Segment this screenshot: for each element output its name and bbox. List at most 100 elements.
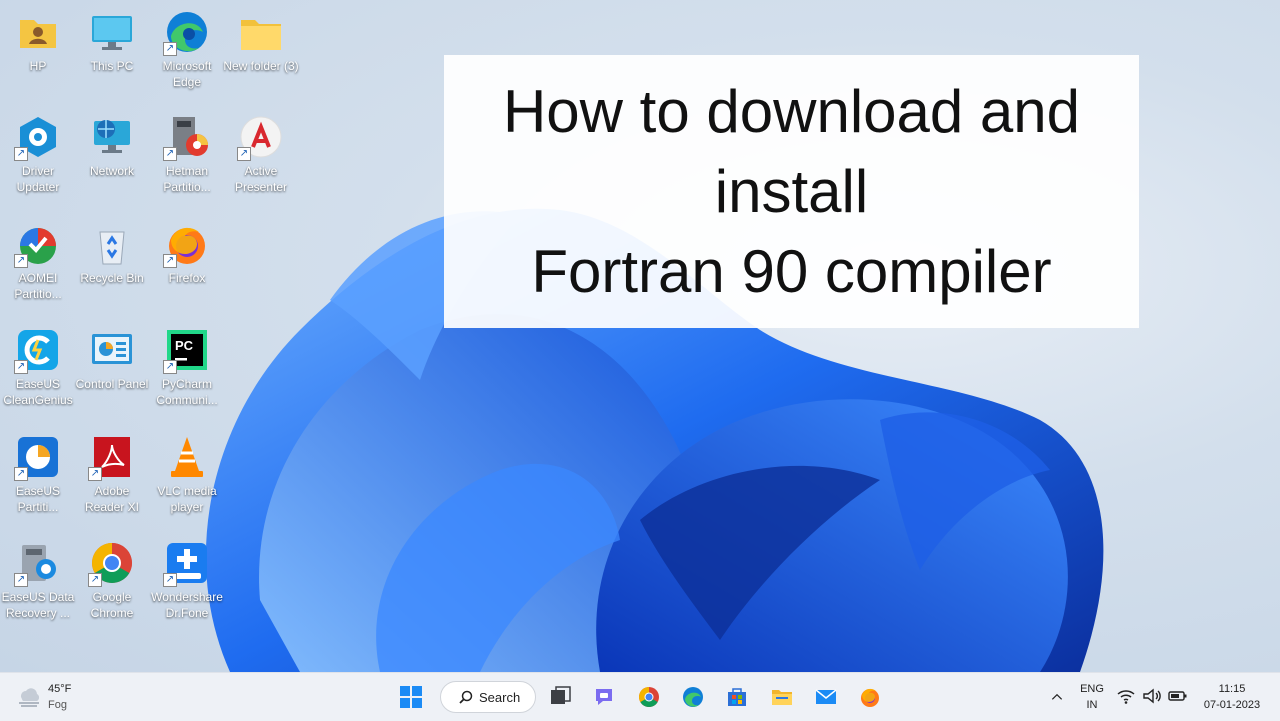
vlc-icon: [163, 433, 211, 481]
desktop-icon-driver-updater[interactable]: ↗ Driver Updater: [0, 113, 76, 195]
desktop-icon-label: Active Presenter: [234, 164, 288, 194]
language-indicator[interactable]: ENG IN: [1076, 681, 1108, 713]
control-panel-icon: [88, 326, 136, 374]
desktop: HP ↗ Driver Updater ↗ AOMEI Partitio... …: [0, 0, 1280, 672]
taskbar-firefox[interactable]: [853, 681, 887, 713]
clock[interactable]: 11:15 07-01-2023: [1196, 681, 1268, 713]
edge-icon: ↗: [163, 8, 211, 56]
show-hidden-icons-button[interactable]: [1040, 681, 1074, 713]
firefox-icon: [861, 688, 879, 707]
store-icon: [728, 688, 746, 706]
desktop-icon-label: EaseUS Partiti...: [15, 484, 61, 514]
desktop-icon-hetman[interactable]: ↗ Hetman Partitio...: [149, 113, 225, 195]
shortcut-arrow-icon: ↗: [14, 467, 28, 481]
desktop-icon-hp[interactable]: HP: [0, 8, 76, 74]
title-line-3: Fortran 90 compiler: [531, 237, 1052, 305]
desktop-icon-easeus-partition[interactable]: ↗ EaseUS Partiti...: [0, 433, 76, 515]
desktop-icon-firefox[interactable]: ↗ Firefox: [149, 220, 225, 286]
mail-icon: [815, 689, 837, 704]
shortcut-arrow-icon: ↗: [88, 467, 102, 481]
desktop-icon-aomei[interactable]: ↗ AOMEI Partitio...: [0, 220, 76, 302]
desktop-icon-label: Driver Updater: [16, 164, 60, 194]
desktop-icon-pycharm[interactable]: PC ↗ PyCharm Communi...: [149, 326, 225, 408]
recycle-bin-icon: [88, 220, 136, 268]
easeus-data-recovery-icon: ↗: [14, 539, 62, 587]
taskbar-store[interactable]: [720, 681, 754, 713]
shortcut-arrow-icon: ↗: [14, 573, 28, 587]
desktop-icon-drfone[interactable]: ↗ Wondershare Dr.Fone: [149, 539, 225, 621]
shortcut-arrow-icon: ↗: [163, 42, 177, 56]
desktop-icon-google-chrome[interactable]: ↗ Google Chrome: [74, 539, 150, 621]
desktop-icon-adobe-reader[interactable]: ↗ Adobe Reader XI: [74, 433, 150, 515]
clock-date: 07-01-2023: [1203, 699, 1261, 711]
taskbar: 45°F Fog Search ENG IN 11:15 07-01-2023: [0, 672, 1280, 721]
desktop-icon-label: PyCharm Communi...: [156, 377, 218, 407]
taskbar-search[interactable]: Search: [440, 681, 536, 713]
folder-icon: [237, 8, 285, 56]
desktop-icon-label: Wondershare Dr.Fone: [151, 590, 223, 620]
language-code: ENG: [1080, 683, 1104, 695]
desktop-icon-this-pc[interactable]: This PC: [74, 8, 150, 74]
shortcut-arrow-icon: ↗: [163, 360, 177, 374]
desktop-icon-recycle-bin[interactable]: Recycle Bin: [74, 220, 150, 286]
tutorial-title-overlay: How to download and install Fortran 90 c…: [444, 55, 1139, 328]
desktop-icon-label: Microsoft Edge: [162, 59, 212, 89]
title-line-1: How to download and: [502, 77, 1081, 145]
desktop-icon-easeus-cleangenius[interactable]: ↗ EaseUS CleanGenius: [0, 326, 76, 408]
desktop-icon-active-presenter[interactable]: ↗ Active Presenter: [223, 113, 299, 195]
desktop-icon-label: EaseUS Data Recovery ...: [1, 590, 75, 620]
chat-icon: [596, 689, 612, 705]
chrome-icon: ↗: [88, 539, 136, 587]
taskbar-file-explorer[interactable]: [765, 681, 799, 713]
user-folder-icon: [14, 8, 62, 56]
desktop-icon-label: Recycle Bin: [80, 271, 144, 285]
battery-icon: [1168, 691, 1187, 701]
taskbar-chrome[interactable]: [632, 681, 666, 713]
shortcut-arrow-icon: ↗: [163, 147, 177, 161]
desktop-icon-control-panel[interactable]: Control Panel: [74, 326, 150, 392]
desktop-icon-label: Control Panel: [75, 377, 149, 391]
keyboard-region: IN: [1086, 699, 1098, 711]
clock-time: 11:15: [1218, 683, 1246, 695]
desktop-icon-vlc[interactable]: VLC media player: [149, 433, 225, 515]
desktop-icon-network[interactable]: Network: [74, 113, 150, 179]
taskbar-edge[interactable]: [676, 681, 710, 713]
desktop-icon-label: This PC: [90, 59, 134, 73]
shortcut-arrow-icon: ↗: [88, 573, 102, 587]
system-tray-status[interactable]: [1116, 687, 1188, 705]
desktop-icon-label: EaseUS CleanGenius: [3, 377, 73, 407]
desktop-icon-label: Adobe Reader XI: [84, 484, 140, 514]
task-view-button[interactable]: [543, 681, 577, 713]
desktop-icon-easeus-data-recovery[interactable]: ↗ EaseUS Data Recovery ...: [0, 539, 76, 621]
shortcut-arrow-icon: ↗: [14, 360, 28, 374]
start-button[interactable]: [394, 681, 428, 713]
weather-temperature: 45°F: [48, 683, 72, 695]
volume-icon: [1143, 688, 1161, 704]
chat-button[interactable]: [587, 681, 621, 713]
desktop-icon-new-folder[interactable]: New folder (3): [223, 8, 299, 74]
desktop-icon-microsoft-edge[interactable]: ↗ Microsoft Edge: [149, 8, 225, 90]
firefox-icon: ↗: [163, 220, 211, 268]
pycharm-icon: PC ↗: [163, 326, 211, 374]
monitor-icon: [88, 8, 136, 56]
desktop-icon-label: Firefox: [168, 271, 206, 285]
aomei-partition-icon: ↗: [14, 220, 62, 268]
weather-widget[interactable]: 45°F Fog: [16, 681, 71, 713]
hetman-partition-icon: ↗: [163, 113, 211, 161]
wifi-icon: [1117, 690, 1135, 704]
weather-description: Fog: [48, 699, 67, 711]
fog-icon: [19, 688, 40, 707]
task-view-icon: [551, 686, 571, 704]
svg-text:PC: PC: [175, 338, 194, 353]
search-label: Search: [479, 689, 521, 705]
tutorial-title: How to download and install Fortran 90 c…: [503, 72, 1080, 312]
easeus-partition-icon: ↗: [14, 433, 62, 481]
shortcut-arrow-icon: ↗: [163, 573, 177, 587]
chevron-up-icon: [1051, 693, 1063, 700]
shortcut-arrow-icon: ↗: [163, 254, 177, 268]
shortcut-arrow-icon: ↗: [14, 147, 28, 161]
adobe-reader-icon: ↗: [88, 433, 136, 481]
taskbar-mail[interactable]: [809, 681, 843, 713]
drfone-icon: ↗: [163, 539, 211, 587]
title-line-2: install: [714, 157, 869, 225]
